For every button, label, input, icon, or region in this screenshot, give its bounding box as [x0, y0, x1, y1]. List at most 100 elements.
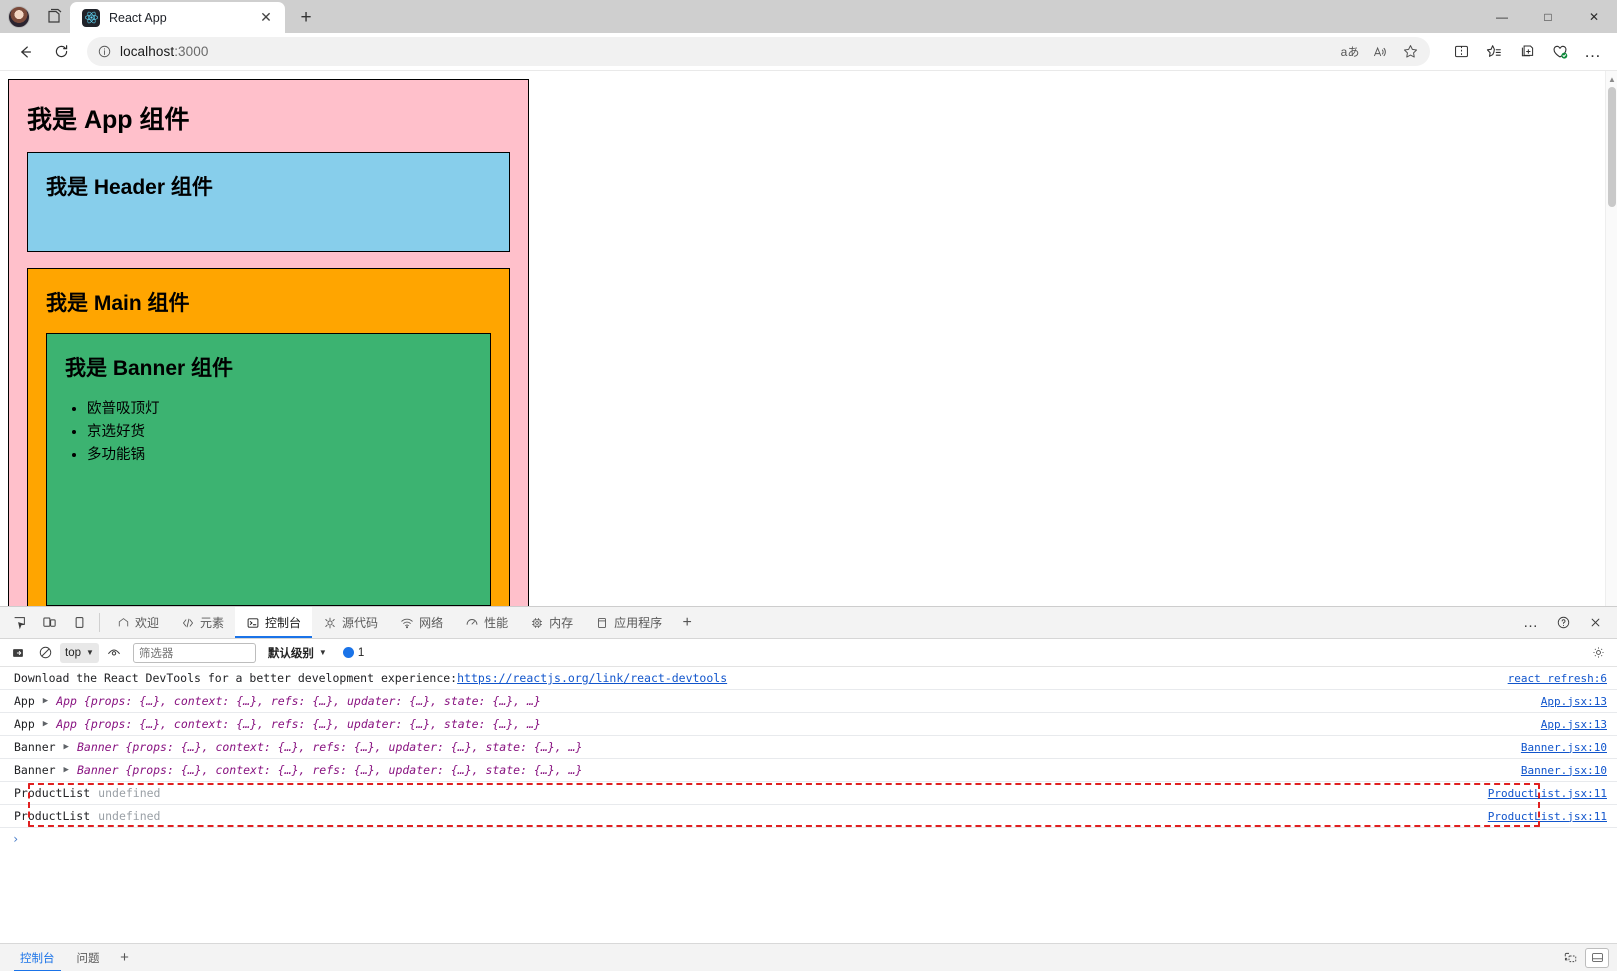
rendered-page: 我是 App 组件 我是 Header 组件 我是 Main 组件 我是 Ban… [0, 71, 1617, 606]
address-bar-url[interactable]: localhost:3000 [120, 44, 1328, 59]
console-message[interactable]: Banner ▶ Banner {props: {…}, context: {…… [0, 736, 1617, 759]
expand-arrow-icon[interactable]: ▶ [35, 696, 52, 706]
reload-button[interactable] [44, 36, 78, 68]
drawer-tab-issues[interactable]: 问题 [67, 944, 110, 971]
expand-arrow-icon[interactable]: ▶ [56, 765, 73, 775]
devtools-tab-console[interactable]: 控制台 [235, 607, 312, 638]
devtools-tab-elements[interactable]: 元素 [170, 607, 235, 638]
avatar[interactable] [8, 6, 30, 28]
scroll-up-arrow-icon[interactable]: ▲ [1606, 72, 1617, 86]
collections-icon[interactable] [1511, 37, 1543, 67]
console-message-source[interactable]: App.jsx:13 [1527, 718, 1607, 731]
translate-icon[interactable]: aあ [1336, 39, 1364, 65]
back-button[interactable] [8, 36, 42, 68]
console-message-label: ProductList [14, 809, 90, 823]
devtools-tab-label: 应用程序 [614, 614, 662, 631]
device-toolbar-icon[interactable] [34, 607, 64, 638]
memory-chip-icon [530, 616, 544, 630]
console-message-source[interactable]: Banner.jsx:10 [1507, 764, 1607, 777]
console-message[interactable]: Banner ▶ Banner {props: {…}, context: {…… [0, 759, 1617, 782]
console-message-detail: App {props: {…}, context: {…}, refs: {…}… [52, 717, 541, 731]
browser-titlebar: React App ✕ + — □ ✕ [0, 0, 1617, 33]
eye-icon[interactable] [102, 642, 126, 664]
console-message[interactable]: App ▶ App {props: {…}, context: {…}, ref… [0, 690, 1617, 713]
console-message[interactable]: ProductList undefined ProductList.jsx:11 [0, 805, 1617, 828]
devtools-tab-label: 欢迎 [135, 614, 159, 631]
console-message-detail: App {props: {…}, context: {…}, refs: {…}… [52, 694, 541, 708]
console-message-source[interactable]: ProductList.jsx:11 [1474, 787, 1607, 800]
console-context-selector[interactable]: top ▼ [60, 643, 99, 663]
drawer-right-controls [1558, 948, 1617, 968]
main-component-title: 我是 Main 组件 [46, 287, 491, 317]
inspect-element-icon[interactable] [4, 607, 34, 638]
info-icon[interactable] [97, 44, 112, 59]
favorites-star-icon[interactable] [1478, 37, 1510, 67]
url-host: localhost [120, 44, 174, 59]
browser-essentials-icon[interactable] [1544, 37, 1576, 67]
info-badge-icon [343, 647, 354, 658]
react-logo-icon [82, 9, 100, 27]
star-icon[interactable] [1396, 39, 1424, 65]
react-devtools-link[interactable]: https://reactjs.org/link/react-devtools [457, 671, 727, 685]
console-message[interactable]: Download the React DevTools for a better… [0, 667, 1617, 690]
devtools-tab-welcome[interactable]: 欢迎 [105, 607, 170, 638]
devtools-help-button[interactable] [1547, 615, 1579, 630]
address-bar[interactable]: localhost:3000 aあ [87, 37, 1430, 66]
console-message[interactable]: App ▶ App {props: {…}, context: {…}, ref… [0, 713, 1617, 736]
devtools-tab-network[interactable]: 网络 [389, 607, 454, 638]
maximize-button[interactable]: □ [1525, 0, 1571, 33]
expand-arrow-icon[interactable]: ▶ [56, 742, 73, 752]
close-icon[interactable]: ✕ [255, 7, 277, 29]
dock-icon[interactable] [1585, 948, 1609, 968]
chevron-down-icon: ▼ [319, 648, 327, 657]
console-message-label: App [14, 694, 35, 708]
console-message-source[interactable]: App.jsx:13 [1527, 695, 1607, 708]
new-tab-button[interactable]: + [291, 3, 321, 33]
devtools-tab-label: 源代码 [342, 614, 378, 631]
devtools-tab-label: 控制台 [265, 614, 301, 631]
devtools-tab-performance[interactable]: 性能 [454, 607, 519, 638]
performance-icon [465, 616, 479, 630]
add-devtools-panel-button[interactable]: + [673, 607, 701, 638]
console-filter-placeholder: 筛选器 [139, 645, 174, 661]
console-message-source[interactable]: ProductList.jsx:11 [1474, 810, 1607, 823]
devtools-more-button[interactable]: … [1515, 614, 1547, 631]
add-drawer-tab-button[interactable]: + [112, 949, 138, 966]
console-info-badge[interactable]: 1 [343, 647, 364, 659]
dock-side-icon[interactable] [64, 607, 94, 638]
devtools-drawer-tabbar: 控制台 问题 + [0, 943, 1617, 971]
console-message[interactable]: ProductList undefined ProductList.jsx:11 [0, 782, 1617, 805]
toolbar-actions: … [1439, 37, 1609, 67]
console-sidebar-icon[interactable] [6, 642, 30, 664]
console-info-count: 1 [358, 647, 364, 659]
minimize-button[interactable]: — [1479, 0, 1525, 33]
app-component-title: 我是 App 组件 [27, 100, 510, 136]
console-message-label: Banner [14, 763, 56, 777]
url-port: :3000 [174, 44, 208, 59]
console-input-prompt[interactable]: › [0, 828, 1617, 850]
console-message-detail: undefined [90, 786, 160, 800]
tab-actions-icon[interactable] [44, 7, 64, 27]
expand-arrow-icon[interactable]: ▶ [35, 719, 52, 729]
read-aloud-icon[interactable] [1366, 39, 1394, 65]
console-log-level-selector[interactable]: 默认级别 ▼ [263, 645, 332, 661]
browser-tab-react-app[interactable]: React App ✕ [70, 2, 285, 33]
scrollbar-thumb[interactable] [1608, 87, 1616, 207]
console-message-source[interactable]: react refresh:6 [1494, 672, 1607, 685]
devtools-tab-memory[interactable]: 内存 [519, 607, 584, 638]
screenshot-icon[interactable] [1558, 948, 1582, 968]
console-message-list[interactable]: Download the React DevTools for a better… [0, 667, 1617, 943]
console-filter-input[interactable]: 筛选器 [133, 643, 256, 663]
split-screen-icon[interactable] [1445, 37, 1477, 67]
devtools-tab-application[interactable]: 应用程序 [584, 607, 673, 638]
gear-icon[interactable] [1585, 645, 1611, 660]
drawer-tab-console[interactable]: 控制台 [10, 944, 65, 971]
clear-console-icon[interactable] [33, 642, 57, 664]
console-message-source[interactable]: Banner.jsx:10 [1507, 741, 1607, 754]
devtools-close-button[interactable] [1579, 615, 1611, 630]
page-scrollbar[interactable]: ▲ [1605, 71, 1617, 606]
browser-window: React App ✕ + — □ ✕ [0, 0, 1617, 971]
close-window-button[interactable]: ✕ [1571, 0, 1617, 33]
browser-menu-button[interactable]: … [1577, 37, 1609, 67]
devtools-tab-sources[interactable]: 源代码 [312, 607, 389, 638]
